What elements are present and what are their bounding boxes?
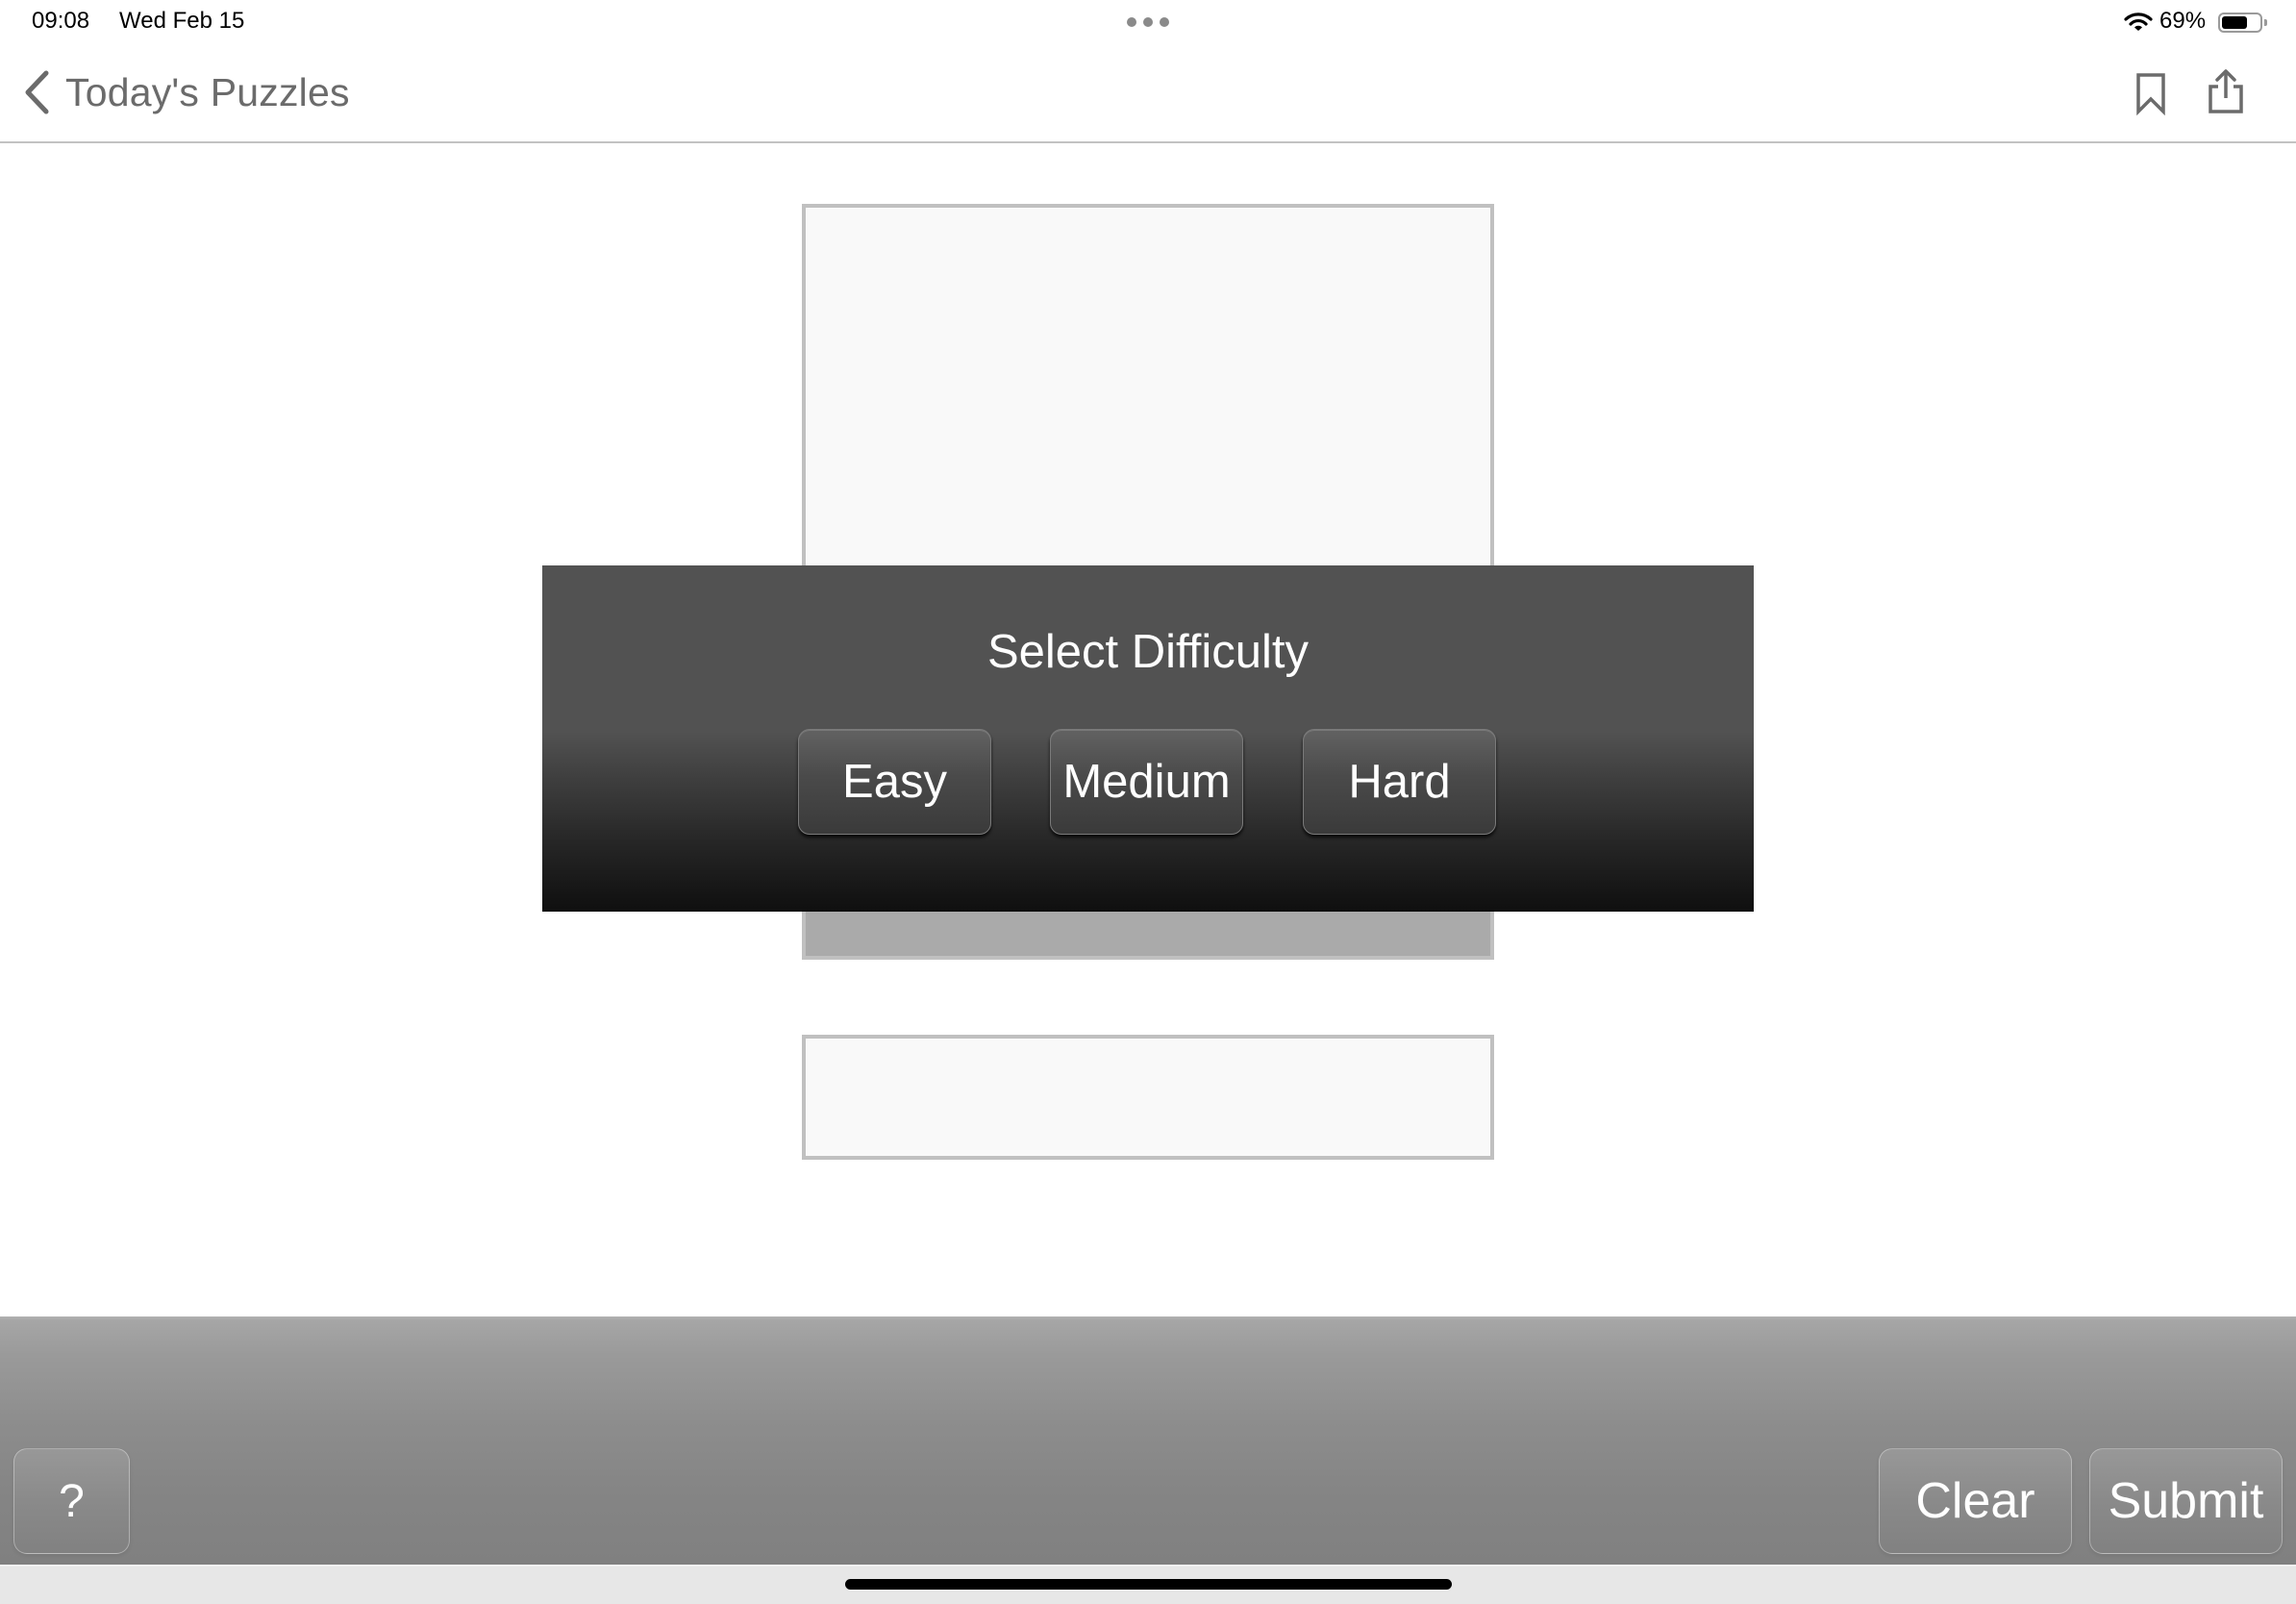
easy-button[interactable]: Easy (798, 729, 991, 835)
status-date: Wed Feb 15 (119, 8, 245, 34)
medium-button[interactable]: Medium (1050, 729, 1243, 835)
bookmark-icon[interactable] (2133, 71, 2169, 115)
modal-title: Select Difficulty (986, 626, 1310, 678)
hard-button[interactable]: Hard (1303, 729, 1496, 835)
back-label: Today's Puzzles (65, 69, 350, 114)
battery-level-fill (2222, 16, 2248, 29)
back-button[interactable]: Today's Puzzles (19, 63, 350, 121)
status-time: 09:08 (32, 8, 90, 34)
puzzle-area-shade (806, 912, 1490, 956)
battery-icon (2218, 13, 2262, 33)
submit-button[interactable]: Submit (2089, 1448, 2283, 1554)
nav-divider (0, 141, 2296, 143)
share-icon[interactable] (2206, 67, 2246, 115)
dot (1143, 17, 1153, 27)
battery-percent: 69% (2159, 8, 2207, 34)
wifi-icon (2124, 13, 2153, 31)
answer-area[interactable] (802, 1035, 1494, 1160)
dot (1160, 17, 1169, 27)
home-indicator[interactable] (845, 1579, 1452, 1590)
chevron-left-icon (25, 70, 49, 114)
clear-button[interactable]: Clear (1879, 1448, 2072, 1554)
multitasking-dots-icon[interactable] (1127, 17, 1169, 27)
battery-nub (2264, 19, 2267, 26)
help-button[interactable]: ? (13, 1448, 130, 1554)
difficulty-modal: Select Difficulty Easy Medium Hard (542, 565, 1754, 912)
dot (1127, 17, 1136, 27)
